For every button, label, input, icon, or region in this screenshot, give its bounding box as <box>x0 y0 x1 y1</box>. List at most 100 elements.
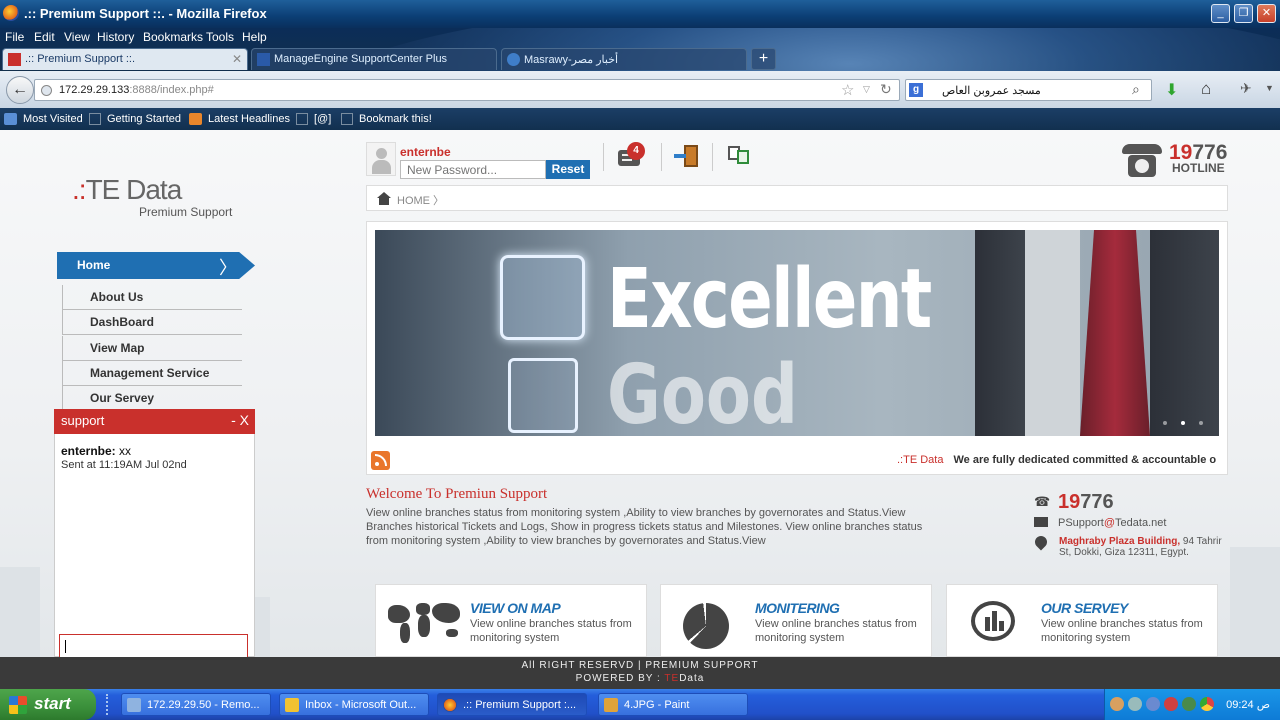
maximize-button[interactable]: ❐ <box>1234 4 1253 23</box>
bookmark-star-icon[interactable]: ☆ <box>841 81 854 99</box>
card-our-servey[interactable]: OUR SERVEY View online branches status f… <box>946 584 1218 657</box>
network-icon[interactable] <box>1146 697 1160 711</box>
address-bar[interactable]: 172.29.29.133:8888/index.php# ☆ ▽ ↻ <box>34 79 900 101</box>
menu-tools[interactable]: Tools <box>206 30 234 44</box>
card-title: MONITERING <box>755 600 840 616</box>
firefox-icon <box>443 698 457 712</box>
chat-controls[interactable]: - X <box>231 412 249 428</box>
tab-label: Masrawy-أخبار مصر <box>524 54 619 66</box>
start-label: start <box>34 694 71 713</box>
page-icon <box>89 113 101 125</box>
banner-headline: Excellent <box>607 252 932 347</box>
menu-history[interactable]: History <box>97 30 134 44</box>
addon-icon[interactable]: ✈ <box>1240 80 1252 97</box>
logout-icon[interactable] <box>674 142 704 170</box>
taskbar-item-paint[interactable]: 4.JPG - Paint <box>598 693 748 716</box>
sidebar-item-dashboard[interactable]: DashBoard <box>62 310 242 335</box>
new-password-input[interactable] <box>400 160 546 179</box>
card-monitering[interactable]: MONITERING View online branches status f… <box>660 584 932 657</box>
clock[interactable]: 09:24 ص <box>1226 698 1270 711</box>
slider-dot-active[interactable] <box>1181 421 1185 425</box>
menu-edit[interactable]: Edit <box>34 30 55 44</box>
chat-header[interactable]: support - X <box>54 409 255 434</box>
bookmark-latest-headlines[interactable]: Latest Headlines <box>208 113 290 125</box>
card-view-on-map[interactable]: VIEW ON MAP View online branches status … <box>375 584 647 657</box>
back-button[interactable]: ← <box>6 76 34 104</box>
minimize-button[interactable]: _ <box>1211 4 1230 23</box>
skyline-decoration <box>1230 547 1280 657</box>
volume-icon[interactable] <box>1182 697 1196 711</box>
task-label: .:: Premium Support :... <box>463 699 577 711</box>
sidebar-item-view-map[interactable]: View Map <box>62 336 242 361</box>
bookmark-this[interactable]: Bookmark this! <box>359 113 432 125</box>
toolbar-dropdown-icon[interactable]: ▼ <box>1265 83 1274 93</box>
bookmarks-bar: Most Visited Getting Started Latest Head… <box>0 108 1280 130</box>
avatar <box>366 142 396 176</box>
mail-icon <box>1034 517 1048 527</box>
history-dropdown-icon[interactable]: ▽ <box>863 84 870 95</box>
contact-number: 19776 <box>1058 491 1114 513</box>
tab-label: .:: Premium Support ::. <box>25 53 136 65</box>
slider-dot[interactable] <box>1163 421 1167 425</box>
menu-file[interactable]: File <box>5 30 24 44</box>
hotline-label: HOTLINE <box>1172 161 1225 175</box>
world-map-icon <box>386 597 461 649</box>
window-title: .:: Premium Support ::. - Mozilla Firefo… <box>24 6 267 21</box>
sidebar-item-our-servey[interactable]: Our Servey <box>62 386 242 411</box>
pie-chart-icon <box>671 597 746 649</box>
reload-icon[interactable]: ↻ <box>880 81 892 98</box>
banner-slider[interactable]: Excellent Good <box>375 230 1219 436</box>
sidebar-item-about-us[interactable]: About Us <box>62 285 242 310</box>
taskbar-item-firefox[interactable]: .:: Premium Support :... <box>437 693 587 716</box>
taskbar-item-remote-desktop[interactable]: 172.29.29.50 - Remo... <box>121 693 271 716</box>
taskbar-grip[interactable] <box>106 694 110 715</box>
banner-subheadline: Good <box>607 348 798 436</box>
close-tab-icon[interactable]: ✕ <box>232 52 242 66</box>
tray-arrow-icon[interactable] <box>1110 697 1124 711</box>
breadcrumb-home[interactable]: HOME 〉 <box>397 192 444 208</box>
banner-touch-box <box>508 358 578 433</box>
bookmark-most-visited[interactable]: Most Visited <box>23 113 83 125</box>
tab-premium-support[interactable]: .:: Premium Support ::. ✕ <box>2 48 248 70</box>
tab-masrawy[interactable]: Masrawy-أخبار مصر <box>501 48 747 70</box>
close-button[interactable]: ✕ <box>1257 4 1276 23</box>
home-icon[interactable]: ⌂ <box>1201 79 1211 99</box>
chat-sender: enternbe: <box>61 444 116 458</box>
start-button[interactable]: start <box>0 689 96 720</box>
site-identity-icon[interactable] <box>41 85 52 96</box>
google-icon[interactable]: g <box>909 83 923 97</box>
tedata-logo[interactable]: .:TE Data Premium Support <box>58 172 248 222</box>
support-network-icon[interactable] <box>724 142 754 170</box>
help-icon[interactable] <box>1128 697 1142 711</box>
sidebar-item-home[interactable]: Home 〉 <box>57 252 255 279</box>
page-footer: All RIGHT RESERVD | PREMIUM SUPPORT POWE… <box>0 657 1280 689</box>
rss-icon[interactable] <box>371 451 390 470</box>
sidebar-item-label: Home <box>77 258 111 272</box>
taskbar-item-outlook[interactable]: Inbox - Microsoft Out... <box>279 693 429 716</box>
contact-email[interactable]: PSupport@Tedata.net <box>1058 517 1166 529</box>
download-icon[interactable]: ⬇ <box>1165 80 1178 100</box>
menu-bookmarks[interactable]: Bookmarks <box>143 30 203 44</box>
rss-feed-icon <box>189 113 202 125</box>
banner-touch-box <box>500 255 585 340</box>
security-icon[interactable] <box>1164 697 1178 711</box>
search-input[interactable]: مسجد عمروبن العاص <box>942 84 1041 97</box>
bookmark-getting-started[interactable]: Getting Started <box>107 113 181 125</box>
home-icon[interactable] <box>377 192 391 205</box>
search-icon[interactable]: ⌕ <box>1132 81 1140 98</box>
new-tab-button[interactable]: + <box>751 48 776 70</box>
banner-shirt <box>1025 230 1080 436</box>
card-description: View online branches status from monitor… <box>755 618 917 644</box>
divider <box>603 143 604 171</box>
tab-manageengine[interactable]: ManageEngine SupportCenter Plus <box>251 48 497 70</box>
search-bar[interactable]: g مسجد عمروبن العاص ⌕ <box>905 79 1152 101</box>
remote-desktop-icon <box>127 698 141 712</box>
divider <box>661 143 662 171</box>
sidebar-item-management-service[interactable]: Management Service <box>62 361 242 386</box>
menu-view[interactable]: View <box>64 30 90 44</box>
reset-button[interactable]: Reset <box>546 160 590 179</box>
menu-help[interactable]: Help <box>242 30 267 44</box>
bookmark-at[interactable]: [@] <box>314 113 331 125</box>
slider-dot[interactable] <box>1199 421 1203 425</box>
chrome-icon[interactable] <box>1200 697 1214 711</box>
